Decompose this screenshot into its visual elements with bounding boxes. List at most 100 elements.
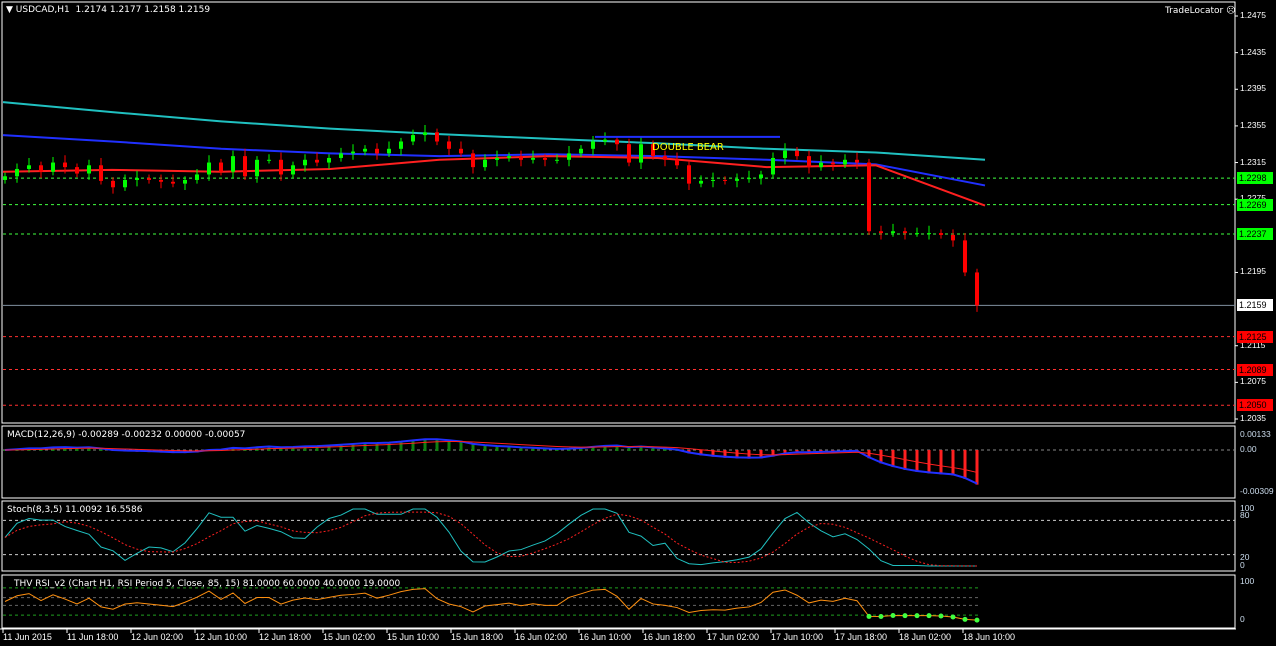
sad-face-icon: ☹ [1226, 6, 1236, 16]
tradelocator-label[interactable]: TradeLocator ☹ [1165, 6, 1235, 16]
candle-body [315, 159, 319, 163]
time-tick-label: 15 Jun 10:00 [387, 632, 440, 642]
support-price-tag[interactable]: 1.2298 [1237, 172, 1273, 185]
candle-body [303, 159, 307, 166]
candle-body [927, 233, 931, 235]
candle-body [615, 139, 619, 145]
macd-histogram-bar [951, 450, 955, 476]
candle-body [195, 174, 199, 180]
symbol-name: USDCAD,H1 [15, 5, 70, 15]
rsi-extreme-marker [962, 616, 968, 622]
stoch-main-line [4, 508, 977, 567]
candle-body [423, 132, 427, 136]
candle-body [879, 231, 883, 234]
candle-body [399, 141, 403, 149]
macd-histogram-bar [459, 441, 463, 451]
candle-body [435, 132, 439, 142]
candle-body [759, 174, 763, 179]
candle-body [795, 150, 799, 157]
macd-histogram-bar [387, 442, 391, 451]
candle-body [243, 156, 247, 177]
candle-body [339, 153, 343, 158]
candle-body [63, 162, 67, 168]
price-tick-label: 1.2315 [1240, 156, 1266, 167]
candle-body [867, 162, 871, 232]
candle-body [639, 144, 643, 163]
candle-body [51, 162, 55, 172]
candle-body [531, 157, 535, 160]
candle-body [663, 156, 667, 160]
rsi-extreme-marker [974, 617, 980, 623]
candle-body [411, 135, 415, 142]
macd-histogram-bar [975, 450, 979, 485]
candle-body [75, 167, 79, 174]
panel-border-2 [1, 500, 1236, 572]
candle-body [159, 179, 163, 182]
time-tick-label: 18 Jun 10:00 [963, 632, 1016, 642]
candle-body [171, 181, 175, 184]
time-tick-label: 12 Jun 18:00 [259, 632, 312, 642]
macd-histogram-bar [423, 439, 427, 451]
candle-body [363, 148, 367, 152]
rsi-extreme-marker [890, 612, 896, 618]
candle-body [579, 148, 583, 154]
collapse-arrow-icon[interactable]: ▼ [6, 5, 13, 15]
candle-body [735, 179, 739, 181]
candle-body [123, 179, 127, 188]
rsi-extreme-marker [902, 613, 908, 619]
candle-body [771, 157, 775, 175]
stoch-label: Stoch(8,3,5) 11.0092 16.5586 [7, 505, 143, 515]
macd-label: MACD(12,26,9) -0.00289 -0.00232 0.00000 … [7, 430, 246, 440]
rsi-extreme-marker [950, 614, 956, 620]
ohlc-values: 1.2174 1.2177 1.2158 1.2159 [75, 5, 211, 15]
support-price-tag[interactable]: 1.2237 [1237, 227, 1273, 240]
macd-histogram-bar [435, 439, 439, 451]
macd-histogram-bar [363, 443, 367, 451]
candle-body [471, 153, 475, 168]
time-tick-label: 16 Jun 10:00 [579, 632, 632, 642]
resistance-price-tag[interactable]: 1.2089 [1237, 363, 1273, 376]
candle-body [279, 159, 283, 175]
candle-body [351, 151, 355, 154]
brand-text: TradeLocator [1165, 6, 1224, 16]
candle-body [483, 159, 487, 168]
resistance-price-tag[interactable]: 1.2125 [1237, 330, 1273, 343]
current-price-tag: 1.2159 [1237, 299, 1273, 312]
candle-body [567, 153, 571, 160]
time-tick-label: 11 Jun 18:00 [67, 632, 119, 642]
macd-axis-label: 0.00 [1240, 444, 1257, 454]
candle-body [291, 165, 295, 175]
support-price-tag[interactable]: 1.2269 [1237, 198, 1273, 211]
candle-body [591, 141, 595, 149]
rsi-label: THV RSI_v2 (Chart H1, RSI Period 5, Clos… [14, 579, 401, 589]
price-tick-label: 1.2355 [1240, 119, 1266, 130]
candle-body [843, 159, 847, 165]
candle-body [831, 162, 835, 165]
candle-body [687, 165, 691, 184]
rsi-extreme-marker [914, 613, 920, 619]
candle-body [111, 180, 115, 188]
macd-histogram-bar [891, 450, 895, 468]
candle-body [699, 180, 703, 184]
candle-body [855, 159, 859, 163]
candle-body [135, 178, 139, 180]
price-tick-label: 1.2195 [1240, 266, 1266, 277]
rsi-axis-label: 100 [1240, 576, 1255, 586]
chart-canvas[interactable] [0, 0, 1276, 646]
time-tick-label: 16 Jun 02:00 [515, 632, 568, 642]
candle-body [519, 156, 523, 160]
resistance-price-tag[interactable]: 1.2050 [1237, 399, 1273, 412]
candle-body [27, 165, 31, 169]
candle-body [723, 179, 727, 181]
pattern-annotation: DOUBLE BEAR [652, 142, 724, 153]
candle-body [99, 165, 103, 181]
candle-body [327, 157, 331, 163]
rsi-extreme-marker [866, 613, 872, 619]
macd-histogram-bar [927, 450, 931, 474]
candle-body [975, 272, 979, 306]
candle-body [507, 156, 511, 158]
candle-body [231, 156, 235, 172]
candle-body [807, 156, 811, 168]
candle-body [387, 148, 391, 154]
candle-body [891, 231, 895, 234]
